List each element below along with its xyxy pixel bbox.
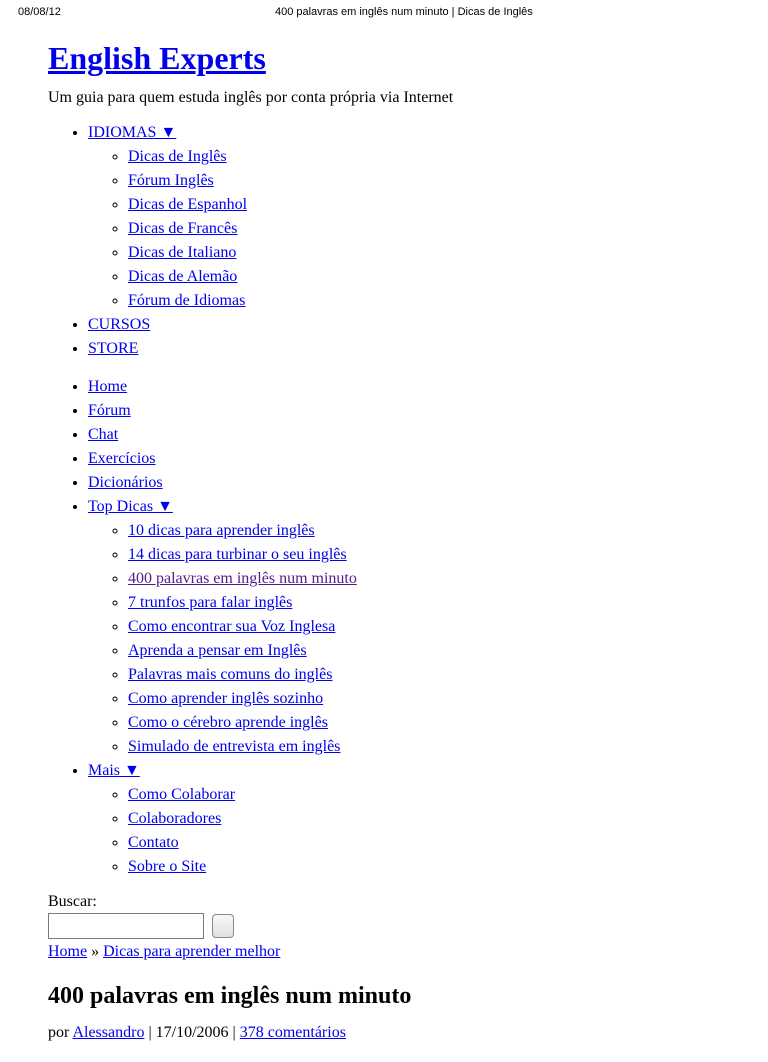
submenu-link[interactable]: Simulado de entrevista em inglês — [128, 738, 340, 755]
submenu-link[interactable]: Dicas de Inglês — [128, 148, 227, 165]
nav-mais: Mais ▼ Como Colaborar Colaboradores Cont… — [88, 759, 720, 879]
submenu-link[interactable]: Fórum de Idiomas — [128, 292, 245, 309]
submenu-link[interactable]: Dicas de Italiano — [128, 244, 236, 261]
list-item: Dicas de Inglês — [128, 145, 720, 169]
list-item: Como Colaborar — [128, 783, 720, 807]
list-item: 7 trunfos para falar inglês — [128, 591, 720, 615]
comments-link[interactable]: 378 comentários — [240, 1024, 346, 1041]
list-item: Dicionários — [88, 471, 720, 495]
list-item: Contato — [128, 831, 720, 855]
byline-sep1: | — [144, 1024, 155, 1041]
site-tagline: Um guia para quem estuda inglês por cont… — [48, 89, 720, 107]
list-item: Colaboradores — [128, 807, 720, 831]
print-header: 08/08/12 400 palavras em inglês num minu… — [0, 0, 768, 22]
search-form: Buscar: — [48, 893, 720, 939]
nav-exercicios-link[interactable]: Exercícios — [88, 450, 156, 467]
submenu-link[interactable]: 10 dicas para aprender inglês — [128, 522, 315, 539]
nav-dicionarios-link[interactable]: Dicionários — [88, 474, 163, 491]
nav-store-link[interactable]: STORE — [88, 340, 138, 357]
print-page-title: 400 palavras em inglês num minuto | Dica… — [275, 6, 533, 18]
search-button[interactable] — [212, 914, 234, 938]
nav-top-dicas-submenu: 10 dicas para aprender inglês 14 dicas p… — [88, 519, 720, 759]
article-title: 400 palavras em inglês num minuto — [48, 983, 720, 1010]
list-item: Como encontrar sua Voz Inglesa — [128, 615, 720, 639]
breadcrumb-sep: » — [87, 943, 103, 960]
article-byline: por Alessandro | 17/10/2006 | 378 coment… — [48, 1024, 720, 1042]
print-date: 08/08/12 — [18, 6, 61, 18]
nav-store: STORE — [88, 337, 720, 361]
list-item: Como o cérebro aprende inglês — [128, 711, 720, 735]
nav-secondary: Home Fórum Chat Exercícios Dicionários T… — [48, 375, 720, 879]
submenu-link[interactable]: Dicas de Francês — [128, 220, 237, 237]
nav-forum-link[interactable]: Fórum — [88, 402, 131, 419]
submenu-link[interactable]: Como Colaborar — [128, 786, 235, 803]
breadcrumb: Home » Dicas para aprender melhor — [48, 943, 720, 961]
submenu-link[interactable]: Aprenda a pensar em Inglês — [128, 642, 307, 659]
list-item: Exercícios — [88, 447, 720, 471]
submenu-link[interactable]: Fórum Inglês — [128, 172, 214, 189]
nav-mais-submenu: Como Colaborar Colaboradores Contato Sob… — [88, 783, 720, 879]
list-item: 14 dicas para turbinar o seu inglês — [128, 543, 720, 567]
submenu-link[interactable]: 7 trunfos para falar inglês — [128, 594, 292, 611]
list-item: Como aprender inglês sozinho — [128, 687, 720, 711]
list-item: Simulado de entrevista em inglês — [128, 735, 720, 759]
submenu-link-current[interactable]: 400 palavras em inglês num minuto — [128, 570, 357, 587]
nav-top-dicas-link[interactable]: Top Dicas ▼ — [88, 498, 173, 515]
list-item: Fórum Inglês — [128, 169, 720, 193]
nav-top-dicas: Top Dicas ▼ 10 dicas para aprender inglê… — [88, 495, 720, 759]
nav-cursos-link[interactable]: CURSOS — [88, 316, 150, 333]
nav-mais-link[interactable]: Mais ▼ — [88, 762, 140, 779]
nav-home-link[interactable]: Home — [88, 378, 127, 395]
byline-sep2: | — [229, 1024, 240, 1041]
print-spacer — [747, 6, 750, 18]
submenu-link[interactable]: Sobre o Site — [128, 858, 206, 875]
submenu-link[interactable]: Contato — [128, 834, 179, 851]
list-item: Home — [88, 375, 720, 399]
nav-cursos: CURSOS — [88, 313, 720, 337]
site-title-link[interactable]: English Experts — [48, 40, 266, 76]
page-content: English Experts Um guia para quem estuda… — [0, 40, 768, 1062]
nav-chat-link[interactable]: Chat — [88, 426, 118, 443]
list-item: Aprenda a pensar em Inglês — [128, 639, 720, 663]
list-item: Dicas de Alemão — [128, 265, 720, 289]
submenu-link[interactable]: 14 dicas para turbinar o seu inglês — [128, 546, 347, 563]
breadcrumb-category[interactable]: Dicas para aprender melhor — [103, 943, 280, 960]
list-item: Dicas de Francês — [128, 217, 720, 241]
site-title: English Experts — [48, 40, 720, 77]
list-item: 10 dicas para aprender inglês — [128, 519, 720, 543]
submenu-link[interactable]: Dicas de Espanhol — [128, 196, 247, 213]
submenu-link[interactable]: Colaboradores — [128, 810, 221, 827]
nav-idiomas: IDIOMAS ▼ Dicas de Inglês Fórum Inglês D… — [88, 121, 720, 313]
list-item: Fórum — [88, 399, 720, 423]
list-item: 400 palavras em inglês num minuto — [128, 567, 720, 591]
search-label: Buscar: — [48, 893, 720, 911]
list-item: Dicas de Espanhol — [128, 193, 720, 217]
search-input[interactable] — [48, 913, 204, 939]
list-item: Dicas de Italiano — [128, 241, 720, 265]
submenu-link[interactable]: Como aprender inglês sozinho — [128, 690, 323, 707]
submenu-link[interactable]: Como encontrar sua Voz Inglesa — [128, 618, 335, 635]
list-item: Fórum de Idiomas — [128, 289, 720, 313]
author-link[interactable]: Alessandro — [72, 1024, 144, 1041]
list-item: Palavras mais comuns do inglês — [128, 663, 720, 687]
byline-prefix: por — [48, 1024, 72, 1041]
list-item: Sobre o Site — [128, 855, 720, 879]
article-date: 17/10/2006 — [156, 1024, 229, 1041]
submenu-link[interactable]: Dicas de Alemão — [128, 268, 237, 285]
nav-idiomas-submenu: Dicas de Inglês Fórum Inglês Dicas de Es… — [88, 145, 720, 313]
breadcrumb-home[interactable]: Home — [48, 943, 87, 960]
submenu-link[interactable]: Palavras mais comuns do inglês — [128, 666, 332, 683]
nav-primary: IDIOMAS ▼ Dicas de Inglês Fórum Inglês D… — [48, 121, 720, 361]
submenu-link[interactable]: Como o cérebro aprende inglês — [128, 714, 328, 731]
nav-idiomas-link[interactable]: IDIOMAS ▼ — [88, 124, 176, 141]
list-item: Chat — [88, 423, 720, 447]
